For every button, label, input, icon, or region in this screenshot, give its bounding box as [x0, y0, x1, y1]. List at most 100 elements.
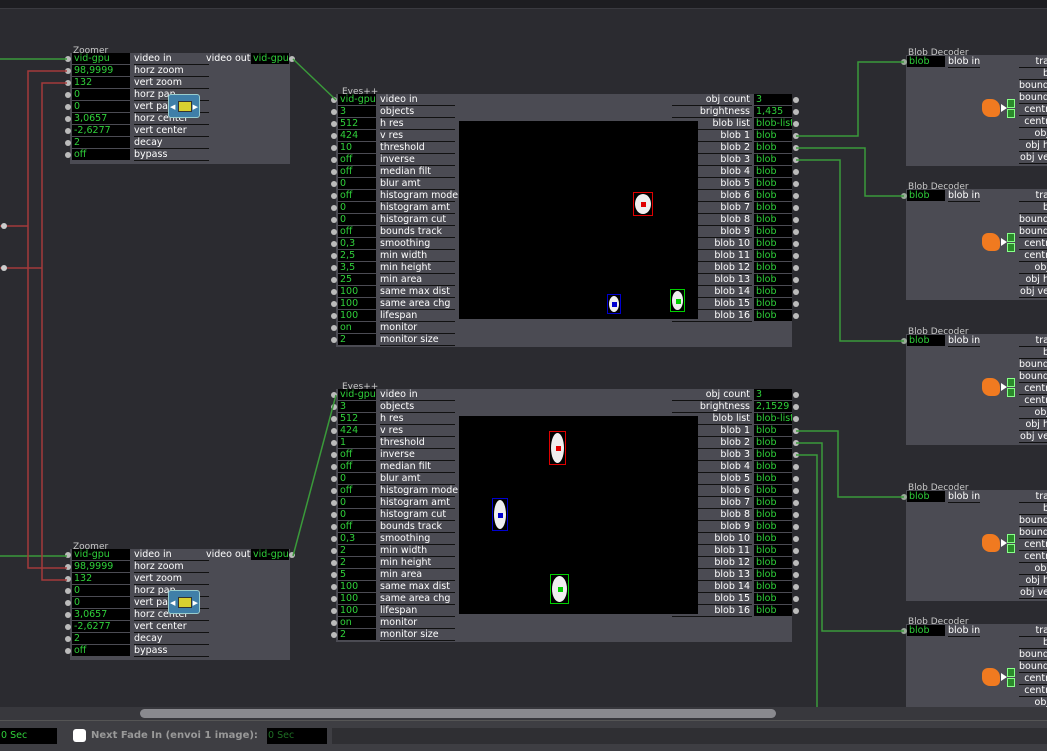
blob-wire[interactable] — [796, 454, 818, 708]
input-value[interactable]: 424 — [338, 425, 376, 436]
output-value[interactable]: blob-list — [754, 413, 792, 424]
input-value[interactable]: 0 — [338, 473, 376, 484]
input-port[interactable] — [65, 624, 71, 630]
input-value[interactable]: 100 — [338, 593, 376, 604]
output-value[interactable]: blob — [754, 226, 792, 237]
input-value[interactable]: 25 — [338, 274, 376, 285]
output-port[interactable] — [793, 145, 799, 151]
input-value[interactable]: blob — [907, 190, 945, 201]
output-port[interactable] — [793, 404, 799, 410]
video-wire[interactable] — [292, 394, 337, 557]
input-port[interactable] — [331, 169, 337, 175]
zoomer-node[interactable]: vid-gpu video in 98,9999 horz zoom 132 vert z… — [65, 53, 295, 164]
input-value[interactable]: vid-gpu — [72, 549, 130, 560]
input-port[interactable] — [331, 488, 337, 494]
input-value[interactable]: off — [338, 461, 376, 472]
input-value[interactable]: vid-gpu — [338, 94, 376, 105]
input-value[interactable]: vid-gpu — [72, 53, 130, 64]
input-value[interactable]: 2 — [72, 137, 130, 148]
input-value[interactable]: off — [338, 226, 376, 237]
input-port[interactable] — [331, 97, 337, 103]
output-value[interactable]: blob — [754, 521, 792, 532]
input-port[interactable] — [331, 620, 337, 626]
input-port[interactable] — [331, 133, 337, 139]
output-value[interactable]: blob — [754, 497, 792, 508]
input-port[interactable] — [65, 152, 71, 158]
input-port[interactable] — [331, 145, 337, 151]
input-port[interactable] — [65, 552, 71, 558]
output-port[interactable] — [793, 205, 799, 211]
input-value[interactable]: 98,9999 — [72, 561, 130, 572]
input-value[interactable]: off — [338, 449, 376, 460]
input-value[interactable]: 3,0657 — [72, 113, 130, 124]
input-value[interactable]: 0 — [338, 202, 376, 213]
input-port[interactable] — [331, 181, 337, 187]
output-port[interactable] — [793, 548, 799, 554]
output-port[interactable] — [793, 536, 799, 542]
input-value[interactable]: 2 — [338, 545, 376, 556]
input-port[interactable] — [331, 193, 337, 199]
output-value[interactable]: blob — [754, 569, 792, 580]
output-value[interactable]: blob-list — [754, 118, 792, 129]
input-value[interactable]: 2 — [72, 633, 130, 644]
input-value[interactable]: off — [338, 485, 376, 496]
output-port[interactable] — [793, 193, 799, 199]
input-port[interactable] — [65, 576, 71, 582]
input-port[interactable] — [65, 68, 71, 74]
input-value[interactable]: blob — [907, 56, 945, 67]
output-port[interactable] — [793, 560, 799, 566]
input-value[interactable]: vid-gpu — [338, 389, 376, 400]
output-port[interactable] — [793, 157, 799, 163]
input-value[interactable]: blob — [907, 491, 945, 502]
output-port[interactable] — [793, 524, 799, 530]
output-value[interactable]: blob — [754, 250, 792, 261]
zoomer-node[interactable]: vid-gpu video in 98,9999 horz zoom 132 vert z… — [65, 549, 295, 660]
output-value[interactable]: blob — [754, 262, 792, 273]
input-port[interactable] — [65, 612, 71, 618]
input-value[interactable]: on — [338, 617, 376, 628]
input-port[interactable] — [331, 301, 337, 307]
input-value[interactable]: blob — [907, 335, 945, 346]
output-value[interactable]: 2,1529 — [754, 401, 792, 412]
output-port[interactable] — [1, 265, 7, 271]
input-port[interactable] — [65, 56, 71, 62]
input-port[interactable] — [331, 121, 337, 127]
output-port[interactable] — [793, 416, 799, 422]
control-wire[interactable] — [41, 82, 67, 581]
input-value[interactable]: 512 — [338, 118, 376, 129]
output-port[interactable] — [793, 500, 799, 506]
input-value[interactable]: 0 — [72, 597, 130, 608]
output-value[interactable]: blob — [754, 425, 792, 436]
next-fade-field[interactable]: 0 Sec — [267, 728, 327, 744]
input-port[interactable] — [331, 560, 337, 566]
output-value[interactable]: blob — [754, 545, 792, 556]
input-value[interactable]: 424 — [338, 130, 376, 141]
output-value[interactable]: blob — [754, 142, 792, 153]
eyes-node[interactable]: vid-gpu video in 3 objects 512 h res 424 v res 1… — [331, 389, 799, 642]
input-port[interactable] — [331, 289, 337, 295]
input-value[interactable]: 132 — [72, 77, 130, 88]
input-value[interactable]: 100 — [338, 581, 376, 592]
input-port[interactable] — [331, 524, 337, 530]
input-value[interactable]: off — [72, 645, 130, 656]
input-value[interactable]: 98,9999 — [72, 65, 130, 76]
input-port[interactable] — [65, 648, 71, 654]
input-value[interactable]: 100 — [338, 286, 376, 297]
next-fade-checkbox[interactable] — [73, 729, 86, 742]
output-port[interactable] — [793, 392, 799, 398]
input-port[interactable] — [331, 440, 337, 446]
output-port[interactable] — [793, 608, 799, 614]
input-value[interactable]: 5 — [338, 569, 376, 580]
blob-wire[interactable] — [796, 442, 904, 632]
input-value[interactable]: 3 — [338, 401, 376, 412]
output-port[interactable] — [793, 229, 799, 235]
output-port[interactable] — [793, 181, 799, 187]
input-value[interactable]: on — [338, 322, 376, 333]
output-port[interactable] — [1, 223, 7, 229]
input-port[interactable] — [331, 392, 337, 398]
video-wire[interactable] — [292, 58, 337, 101]
output-value[interactable]: blob — [754, 238, 792, 249]
output-value[interactable]: blob — [754, 166, 792, 177]
output-value[interactable]: blob — [754, 509, 792, 520]
output-value[interactable]: blob — [754, 154, 792, 165]
